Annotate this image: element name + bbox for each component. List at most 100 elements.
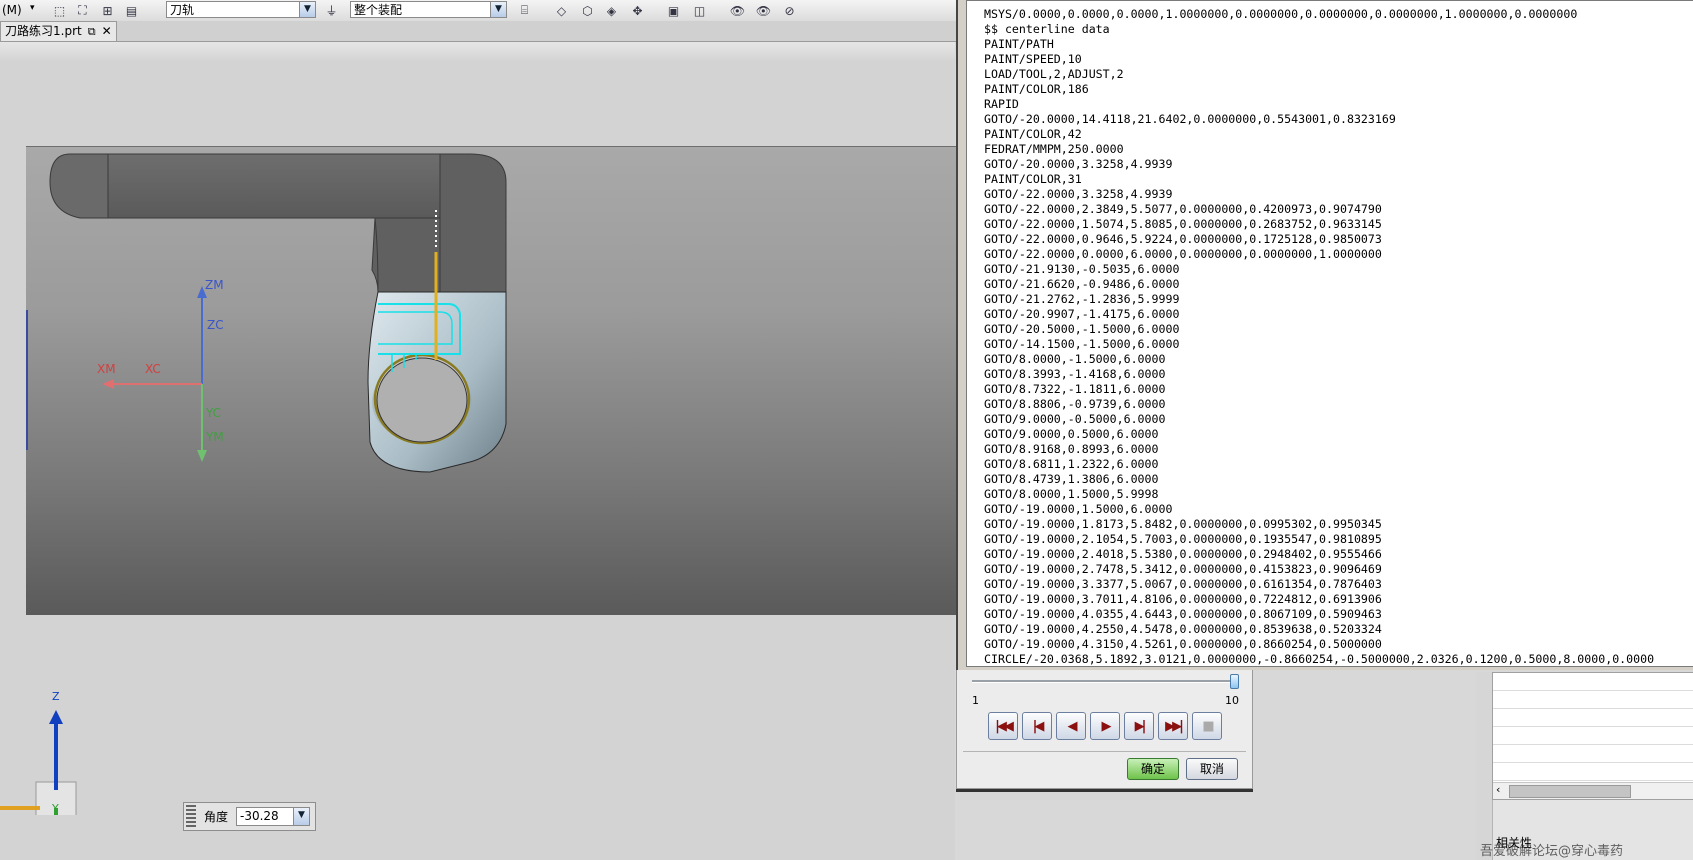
rewind-to-start-icon[interactable]: |◀◀ xyxy=(988,712,1018,740)
clsf-line: GOTO/-20.9907,-1.4175,6.0000 xyxy=(984,307,1180,321)
clsf-line: PAINT/SPEED,10 xyxy=(984,52,1082,66)
step-forward-icon[interactable]: ▶| xyxy=(1124,712,1154,740)
select-feature-icon[interactable]: ⬚ xyxy=(50,1,69,20)
clsf-line: GOTO/8.0000,-1.5000,6.0000 xyxy=(984,352,1166,366)
cancel-button[interactable]: 取消 xyxy=(1186,758,1238,780)
hide-icon[interactable]: ⊘ xyxy=(780,1,799,20)
clsf-line: GOTO/9.0000,0.5000,6.0000 xyxy=(984,427,1159,441)
clsf-line: GOTO/-21.2762,-1.2836,5.9999 xyxy=(984,292,1180,306)
angle-input-box: 角度 -30.28 ▼ xyxy=(183,802,316,831)
hexagon-icon[interactable]: ⬡ xyxy=(578,1,597,20)
filter-icon[interactable]: ⏚ xyxy=(322,1,341,20)
speed-slider-thumb[interactable] xyxy=(1230,674,1239,689)
clsf-line: GOTO/8.3993,-1.4168,6.0000 xyxy=(984,367,1166,381)
table-row[interactable] xyxy=(1493,727,1693,745)
clsf-line: GOTO/8.4739,1.3806,6.0000 xyxy=(984,472,1159,486)
show-icon[interactable]: 👁 xyxy=(728,1,747,20)
clsf-line: CIRCLE/-20.0368,5.1892,3.0121,0.0000000,… xyxy=(984,652,1655,666)
speed-slider-track[interactable] xyxy=(972,680,1237,683)
clsf-line: GOTO/-21.6620,-0.9486,6.0000 xyxy=(984,277,1180,291)
select-body-icon[interactable]: ▤ xyxy=(122,1,141,20)
clsf-line: MSYS/0.0000,0.0000,0.0000,1.0000000,0.00… xyxy=(984,7,1578,21)
assembly-scope-dropdown[interactable]: 整个装配 ▼ xyxy=(350,1,507,18)
menu-dropdown-arrow-icon[interactable]: ▾ xyxy=(30,3,35,13)
select-assembly-icon[interactable]: ⛶ xyxy=(73,1,92,20)
panel-gutter xyxy=(1476,672,1493,860)
clsf-line: GOTO/-20.0000,3.3258,4.9939 xyxy=(984,157,1173,171)
clsf-line: GOTO/-19.0000,2.4018,5.5380,0.0000000,0.… xyxy=(984,547,1382,561)
dialog-divider xyxy=(963,751,1246,752)
ym-axis-label: YM xyxy=(206,430,224,444)
clsf-line: GOTO/8.8806,-0.9739,6.0000 xyxy=(984,397,1166,411)
stop-icon[interactable]: ■ xyxy=(1192,712,1222,740)
zm-axis-label: ZM xyxy=(205,278,224,292)
angle-field[interactable]: -30.28 ▼ xyxy=(236,807,310,826)
clsf-line: GOTO/-21.9130,-0.5035,6.0000 xyxy=(984,262,1180,276)
play-forward-icon[interactable]: ▶ xyxy=(1090,712,1120,740)
ok-button[interactable]: 确定 xyxy=(1127,758,1179,780)
type-filter-value: 刀轨 xyxy=(170,3,195,17)
type-filter-dropdown[interactable]: 刀轨 ▼ xyxy=(166,1,316,18)
scrollbar-thumb[interactable] xyxy=(1509,785,1631,798)
table-row[interactable] xyxy=(1493,709,1693,727)
show-hide-icon[interactable]: 👁 xyxy=(754,1,773,20)
clsf-text-area[interactable]: MSYS/0.0000,0.0000,0.0000,1.0000000,0.00… xyxy=(966,0,1693,667)
clsf-line: $$ centerline data xyxy=(984,22,1110,36)
clsf-line: GOTO/-20.5000,-1.5000,6.0000 xyxy=(984,322,1180,336)
clsf-line: GOTO/-19.0000,2.1054,5.7003,0.0000000,0.… xyxy=(984,532,1382,546)
clsf-line: GOTO/-19.0000,1.5000,6.0000 xyxy=(984,502,1173,516)
view-z-label: Z xyxy=(52,690,60,703)
assembly-scope-value: 整个装配 xyxy=(354,3,403,17)
tab-part-file[interactable]: 刀路练习1.prt ⧉ ✕ xyxy=(0,21,117,41)
view-triad xyxy=(0,710,77,815)
clsf-line: PAINT/COLOR,42 xyxy=(984,127,1082,141)
snap-settings-icon[interactable]: ⌸ xyxy=(515,1,534,20)
select-component-icon[interactable]: ⊞ xyxy=(98,1,117,20)
navigator-table[interactable]: ‹ xyxy=(1492,672,1693,800)
tab-title: 刀路练习1.prt xyxy=(5,24,82,38)
zc-axis-label: ZC xyxy=(207,318,224,332)
clsf-line: GOTO/8.0000,1.5000,5.9998 xyxy=(984,487,1159,501)
view-y-label: Y xyxy=(52,802,59,815)
drag-handle[interactable] xyxy=(186,805,196,827)
clsf-line: GOTO/9.0000,-0.5000,6.0000 xyxy=(984,412,1166,426)
point-snap-icon[interactable]: ✥ xyxy=(628,1,647,20)
fast-forward-to-end-icon[interactable]: ▶▶| xyxy=(1158,712,1188,740)
clsf-line: GOTO/-22.0000,0.9646,5.9224,0.0000000,0.… xyxy=(984,232,1382,246)
horizontal-scrollbar[interactable]: ‹ xyxy=(1493,782,1693,799)
watermark: 吾爱破解论坛@穿心毒药 xyxy=(1480,844,1624,859)
clsf-line: GOTO/-22.0000,2.3849,5.5077,0.0000000,0.… xyxy=(984,202,1382,216)
animation-dialog: 1 10 |◀◀ |◀ ◀ ▶ ▶| ▶▶| ■ 确定 取消 xyxy=(956,670,1253,789)
table-row[interactable] xyxy=(1493,673,1693,691)
select-objects-icon[interactable]: ◈ xyxy=(602,1,621,20)
play-reverse-icon[interactable]: ◀ xyxy=(1056,712,1086,740)
chevron-down-icon[interactable]: ▼ xyxy=(490,2,506,17)
select-faces-icon[interactable]: ◇ xyxy=(552,1,571,20)
clsf-line: PAINT/PATH xyxy=(984,37,1054,51)
box-outline-icon[interactable]: ◫ xyxy=(690,1,709,20)
clsf-line: GOTO/-19.0000,1.8173,5.8482,0.0000000,0.… xyxy=(984,517,1382,531)
clsf-line: PAINT/COLOR,186 xyxy=(984,82,1089,96)
chevron-down-icon[interactable]: ▼ xyxy=(299,2,315,17)
speed-min-label: 1 xyxy=(972,694,979,707)
close-icon[interactable]: ✕ xyxy=(102,22,112,41)
menu-label[interactable]: (M) xyxy=(2,3,22,17)
document-tab-strip: 刀路练习1.prt ⧉ ✕ xyxy=(0,21,960,42)
clsf-line: GOTO/8.7322,-1.1811,6.0000 xyxy=(984,382,1166,396)
clsf-line: GOTO/-22.0000,3.3258,4.9939 xyxy=(984,187,1173,201)
solid-box-icon[interactable]: ▣ xyxy=(664,1,683,20)
table-row[interactable] xyxy=(1493,691,1693,709)
table-row[interactable] xyxy=(1493,763,1693,781)
step-back-icon[interactable]: |◀ xyxy=(1022,712,1052,740)
chevron-down-icon[interactable]: ▼ xyxy=(293,808,309,825)
angle-value: -30.28 xyxy=(240,809,279,823)
table-row[interactable] xyxy=(1493,745,1693,763)
speed-max-label: 10 xyxy=(1225,694,1239,707)
main-toolbar: (M) ▾ ⬚ ⛶ ⊞ ▤ 刀轨 ▼ ⏚ 整个装配 ▼ ⌸ ◇ ⬡ ◈ ✥ ▣ … xyxy=(0,0,960,22)
clsf-line: GOTO/8.9168,0.8993,6.0000 xyxy=(984,442,1159,456)
clsf-line: GOTO/-22.0000,1.5074,5.8085,0.0000000,0.… xyxy=(984,217,1382,231)
clsf-line: GOTO/-14.1500,-1.5000,6.0000 xyxy=(984,337,1180,351)
chevron-left-icon[interactable]: ‹ xyxy=(1496,783,1500,796)
graphics-window[interactable]: ZM ZC XM XC YC YM Z Y xyxy=(0,42,956,860)
popout-icon[interactable]: ⧉ xyxy=(88,22,96,41)
